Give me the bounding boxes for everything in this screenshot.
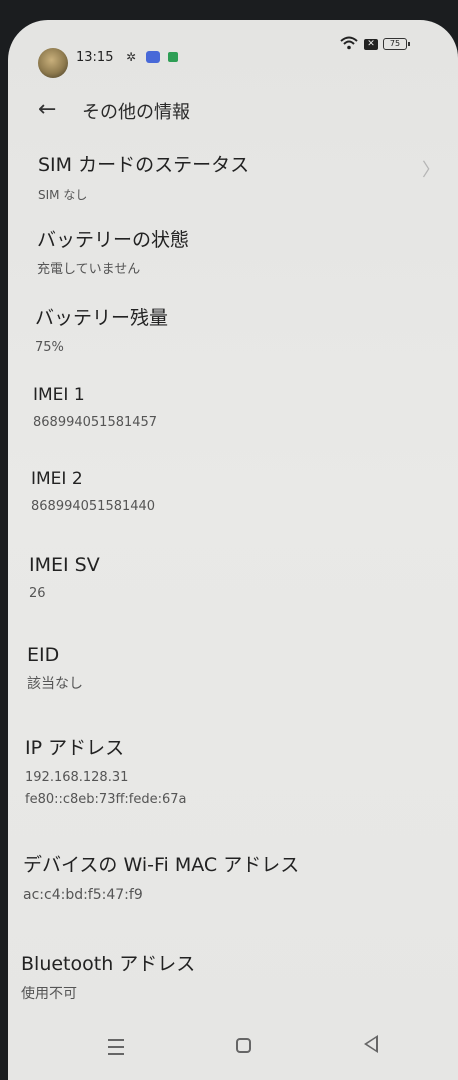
item-value: ac:c4:bd:f5:47:f9: [23, 887, 143, 903]
list-item-battery-status: バッテリーの状態 充電していません: [37, 225, 189, 280]
list-item-eid: EID 該当なし: [27, 644, 83, 694]
list-item-imei-2: IMEI 2 868994051581440: [31, 469, 155, 517]
avatar: [38, 48, 68, 78]
list-item-imei-sv: IMEI SV 26: [29, 554, 100, 604]
back-triangle-icon[interactable]: [364, 1035, 378, 1053]
wifi-icon: [340, 36, 358, 50]
item-value: 該当なし: [27, 676, 83, 692]
status-bar: 13:15 ✲ ✕ 75: [8, 20, 458, 80]
status-time: 13:15: [76, 50, 114, 65]
header: ← その他の情報: [8, 92, 458, 132]
battery-icon: 75: [383, 38, 410, 50]
item-value: 868994051581457: [33, 415, 158, 430]
item-title: SIM カードのステータス: [38, 154, 250, 176]
item-value: SIM なし: [38, 188, 88, 202]
app-notification-icon: [146, 51, 160, 63]
item-title: バッテリー残量: [35, 307, 169, 329]
item-value-secondary: fe80::c8eb:73ff:fede:67a: [25, 792, 187, 807]
list-item-imei-1: IMEI 1 868994051581457: [33, 385, 157, 433]
item-title: IMEI 2: [31, 469, 83, 489]
app-notification-icon-2: [168, 52, 178, 62]
menu-icon[interactable]: [108, 1034, 124, 1060]
item-title: IMEI SV: [29, 554, 100, 576]
list-item-sim-status[interactable]: SIM カードのステータス SIM なし: [38, 150, 249, 205]
item-title: IMEI 1: [33, 385, 85, 405]
sim-icon: ✕: [364, 39, 378, 50]
item-title: EID: [27, 644, 60, 666]
item-title: IP アドレス: [25, 737, 125, 759]
item-value: 使用不可: [21, 986, 77, 1002]
item-title: Bluetooth アドレス: [21, 953, 196, 975]
gear-icon: ✲: [126, 50, 137, 64]
item-value: 75%: [35, 340, 64, 355]
back-arrow-icon[interactable]: ←: [38, 98, 56, 122]
navigation-bar: [8, 1020, 458, 1080]
item-value: 868994051581440: [31, 499, 156, 514]
item-title: バッテリーの状態: [37, 229, 190, 251]
item-title: デバイスの Wi-Fi MAC アドレス: [23, 854, 300, 876]
chevron-right-icon: 〉: [422, 160, 440, 181]
page-title: その他の情報: [82, 102, 190, 123]
home-icon[interactable]: [236, 1038, 251, 1053]
list-item-wifi-mac: デバイスの Wi-Fi MAC アドレス ac:c4:bd:f5:47:f9: [23, 850, 299, 905]
list-item-bluetooth: Bluetooth アドレス 使用不可: [21, 949, 195, 1004]
item-value: 充電していません: [37, 262, 141, 277]
list-item-battery-level: バッテリー残量 75%: [35, 303, 168, 358]
item-value: 192.168.128.31: [25, 770, 129, 785]
list-item-ip-address: IP アドレス 192.168.128.31 fe80::c8eb:73ff:f…: [25, 733, 187, 810]
phone-screen: 13:15 ✲ ✕ 75 ← その他の情報 SIM カードのステータス SIM …: [8, 20, 458, 1080]
item-value: 26: [29, 586, 46, 601]
